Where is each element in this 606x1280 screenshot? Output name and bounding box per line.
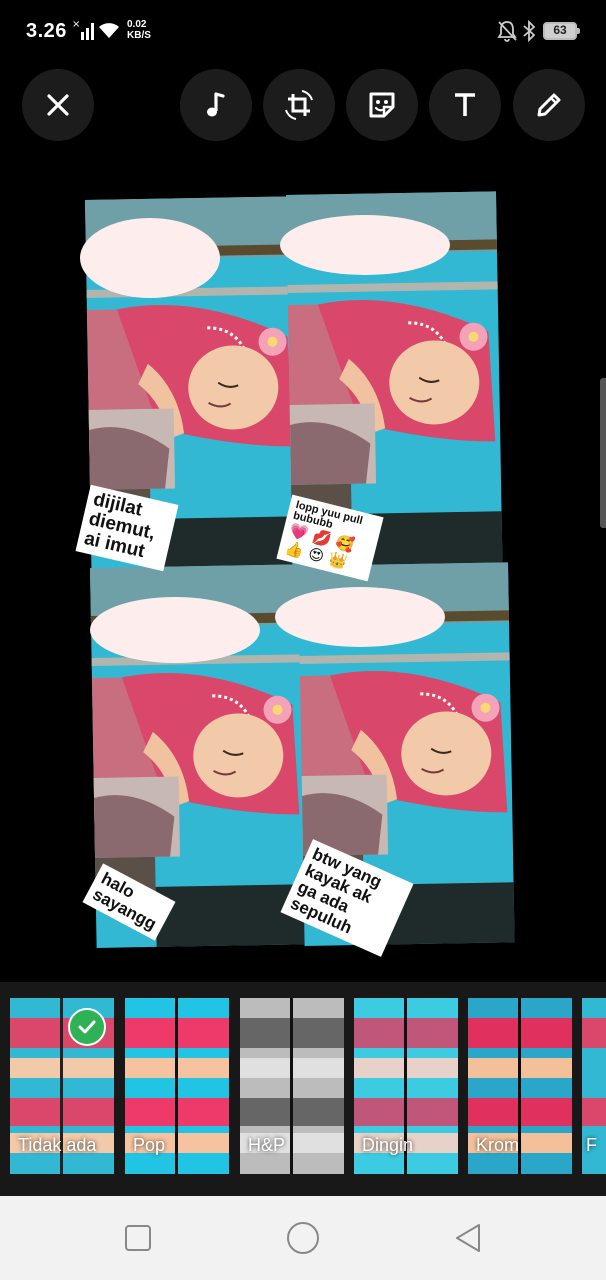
system-nav-bar <box>0 1196 606 1280</box>
filter-label: Krom <box>476 1135 520 1155</box>
privacy-blob <box>275 587 445 647</box>
filter-krom[interactable]: Krom <box>468 998 572 1174</box>
filter-hp[interactable]: H&P <box>240 998 344 1174</box>
filter-next[interactable]: F <box>582 998 606 1174</box>
back-triangle-icon <box>456 1224 480 1252</box>
filter-tidak-ada[interactable]: Tidak ada <box>10 998 114 1174</box>
filter-label: Dingin <box>362 1135 414 1155</box>
recents-square-icon <box>125 1225 151 1251</box>
filter-label: H&P <box>248 1135 286 1155</box>
privacy-blob <box>80 218 220 298</box>
filter-pop[interactable]: Pop <box>125 998 229 1174</box>
filter-label: Pop <box>133 1135 166 1155</box>
home-circle-icon <box>287 1222 319 1254</box>
side-handle[interactable] <box>600 378 606 528</box>
filter-label: F <box>586 1135 597 1155</box>
filter-label: Tidak ada <box>18 1135 97 1155</box>
home-button[interactable] <box>281 1216 325 1260</box>
privacy-blob <box>280 215 450 275</box>
privacy-blob <box>90 597 260 663</box>
back-button[interactable] <box>446 1216 490 1260</box>
recents-button[interactable] <box>116 1216 160 1260</box>
selected-check-icon <box>68 1008 106 1046</box>
filter-strip[interactable]: Tidak ada Pop H&P Dingin Krom F <box>0 982 606 1196</box>
filter-dingin[interactable]: Dingin <box>354 998 458 1174</box>
